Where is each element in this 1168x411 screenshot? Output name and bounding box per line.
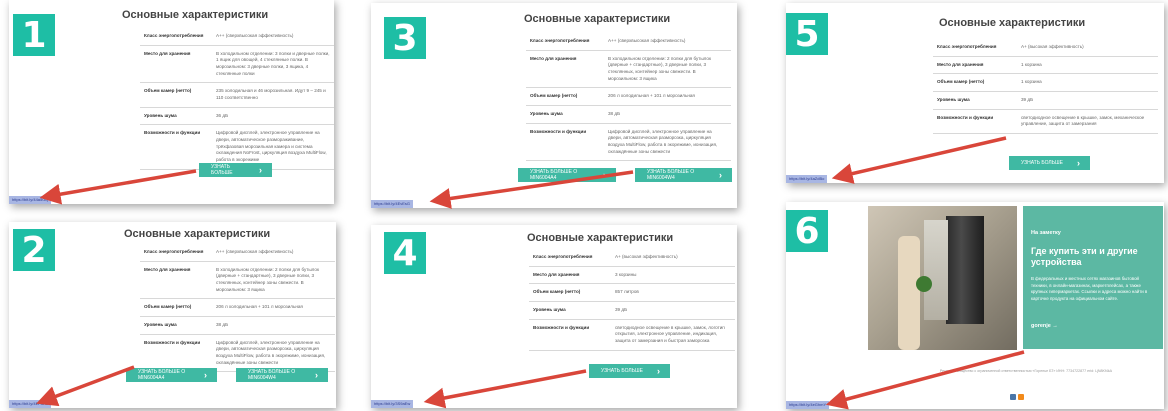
- table-row: Уровень шума 39 дБ: [529, 301, 735, 320]
- table-row: Класс энергопотребления А+ (высокая эффек…: [529, 249, 735, 267]
- chevron-right-icon: ›: [204, 370, 207, 380]
- step-badge-4: 4: [384, 232, 426, 274]
- spec-table: Класс энергопотребления А++ (сверхвысокая…: [140, 28, 334, 170]
- section-title: Основные характеристики: [122, 9, 269, 21]
- screenshot-card-5: Основные характеристики Класс энергопотр…: [786, 3, 1164, 183]
- table-row: Место для хранения 1 корзина: [933, 56, 1158, 75]
- table-row: Место для хранения В холодильном отделени…: [140, 45, 334, 84]
- note-label: На заметку: [1031, 230, 1061, 236]
- table-row: Уровень шума 38 дБ: [526, 105, 731, 124]
- spec-table: Класс энергопотребления А++ (сверхвысокая…: [140, 244, 335, 373]
- learn-more-a4-button[interactable]: УЗНАТЬ БОЛЬШЕ О MIN6004A4 ›: [126, 368, 217, 382]
- step-badge-3: 3: [384, 17, 426, 59]
- chevron-right-icon: ›: [657, 366, 660, 376]
- step-badge-1: 1: [13, 14, 55, 56]
- kitchen-photo: [868, 206, 1017, 350]
- table-row: Место для хранения В холодильном отделени…: [526, 50, 731, 89]
- table-row: Объем камер (нетто) 206 л холодильная + 1…: [140, 298, 335, 317]
- table-row: Уровень шума 38 дБ: [140, 316, 335, 335]
- plant-image: [916, 276, 932, 292]
- table-row: Возможности и функции Цифровой дисплей, э…: [140, 334, 335, 373]
- chevron-right-icon: ›: [1077, 158, 1080, 168]
- step-badge-5: 5: [786, 13, 828, 55]
- section-title: Основные характеристики: [524, 13, 671, 25]
- status-url: https://bit.ly/44a5Gq: [9, 196, 51, 204]
- learn-more-button[interactable]: УЗНАТЬ БОЛЬШЕ ›: [589, 364, 670, 378]
- note-title: Где купить эти и другие устройства: [1031, 246, 1138, 267]
- status-url: https://bit.ly/3S9aEw: [371, 400, 414, 408]
- chevron-right-icon: ›: [259, 165, 262, 175]
- screenshot-card-6: На заметку Где купить эти и другие устро…: [786, 202, 1164, 409]
- status-url: https://bit.ly/4EFdAw: [9, 400, 52, 408]
- status-url: https://bit.ly/4eGhmY: [786, 401, 830, 409]
- fridge-image: [946, 216, 984, 324]
- table-row: Объем камер (нетто) 235 холодильная и 46 …: [140, 82, 334, 108]
- spec-table: Класс энергопотребления А++ (сверхвысокая…: [526, 33, 731, 162]
- table-row: Класс энергопотребления А++ (сверхвысокая…: [140, 28, 334, 46]
- info-note-panel: На заметку Где купить эти и другие устро…: [1023, 206, 1163, 349]
- spec-table: Класс энергопотребления А+ (высокая эффек…: [933, 39, 1158, 134]
- table-row: Объем камер (нетто) 857 литров: [529, 283, 735, 302]
- step-badge-6: 6: [786, 210, 828, 252]
- table-row: Место для хранения 3 корзины: [529, 266, 735, 285]
- table-row: Объем камер (нетто) 1 корзина: [933, 73, 1158, 92]
- chevron-right-icon: ›: [315, 370, 318, 380]
- learn-more-w4-button[interactable]: УЗНАТЬ БОЛЬШЕ О MIN6004W4 ›: [236, 368, 328, 382]
- status-url: https://bit.ly/4aZdBo: [786, 175, 828, 183]
- table-row: Уровень шума 36 дБ: [140, 107, 334, 126]
- chevron-right-icon: ›: [719, 170, 722, 180]
- ok-icon[interactable]: [1018, 394, 1024, 400]
- table-row: Уровень шума 39 дБ: [933, 91, 1158, 110]
- spec-table: Класс энергопотребления А+ (высокая эффек…: [529, 249, 735, 351]
- status-url: https://bit.ly/4EvEsG: [371, 200, 414, 208]
- gorenje-link[interactable]: gorenje →: [1031, 323, 1058, 329]
- note-body: В федеральных и местных сетях магазинов …: [1031, 276, 1148, 301]
- table-row: Класс энергопотребления А+ (высокая эффек…: [933, 39, 1158, 57]
- table-row: Место для хранения В холодильном отделени…: [140, 261, 335, 300]
- table-row: Возможности и функции светодиодное освеще…: [933, 109, 1158, 134]
- chevron-right-icon: ›: [603, 170, 606, 180]
- learn-more-button[interactable]: УЗНАТЬ БОЛЬШЕ ›: [199, 163, 272, 177]
- section-title: Основные характеристики: [124, 228, 271, 240]
- woman-figure: [898, 236, 920, 350]
- section-title: Основные характеристики: [527, 232, 674, 244]
- screenshot-card-2: Основные характеристики Класс энергопотр…: [9, 222, 336, 408]
- legal-footer: Реклама. Общество с ограниченной ответст…: [939, 369, 1113, 373]
- learn-more-a4-button[interactable]: УЗНАТЬ БОЛЬШЕ О MIN6004A4 ›: [518, 168, 616, 182]
- learn-more-button[interactable]: УЗНАТЬ БОЛЬШЕ ›: [1009, 156, 1090, 170]
- table-row: Возможности и функции Цифровой дисплей, э…: [526, 123, 731, 162]
- table-row: Возможности и функции светодиодное освеще…: [529, 319, 735, 351]
- table-row: Объем камер (нетто) 206 л холодильная + 1…: [526, 87, 731, 106]
- section-title: Основные характеристики: [939, 17, 1086, 29]
- table-row: Класс энергопотребления А++ (сверхвысокая…: [526, 33, 731, 51]
- learn-more-w4-button[interactable]: УЗНАТЬ БОЛЬШЕ О MIN6004W4 ›: [635, 168, 732, 182]
- fridge-open-door: [924, 220, 948, 320]
- table-row: Класс энергопотребления А++ (сверхвысокая…: [140, 244, 335, 262]
- vk-icon[interactable]: [1010, 394, 1016, 400]
- screenshot-card-1: Основные характеристики Класс энергопотр…: [9, 0, 334, 204]
- step-badge-2: 2: [13, 229, 55, 271]
